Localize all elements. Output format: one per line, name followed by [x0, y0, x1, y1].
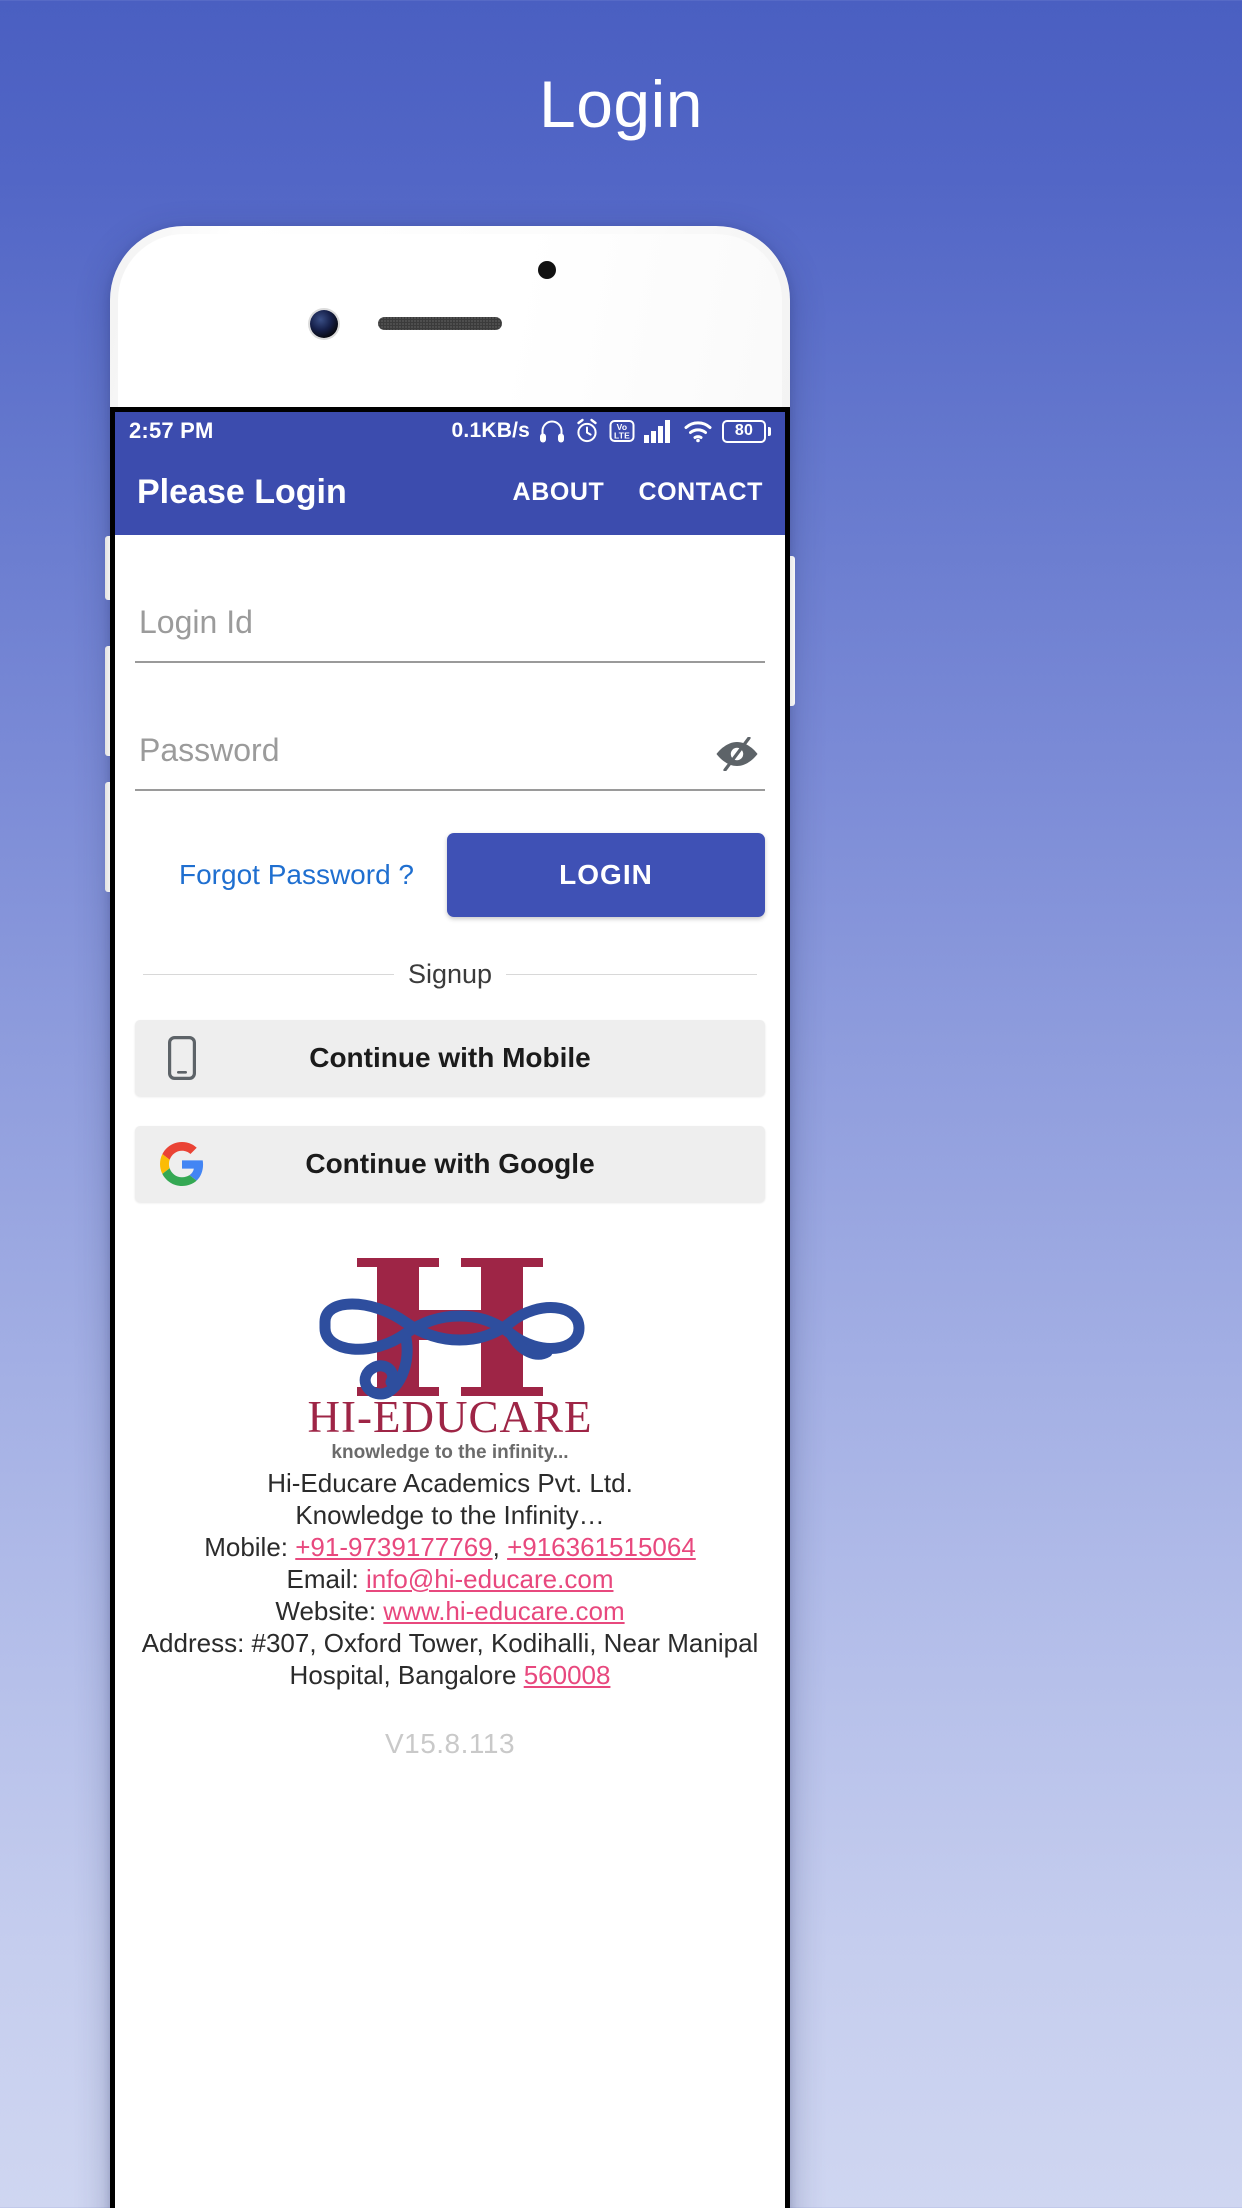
website-link[interactable]: www.hi-educare.com [383, 1596, 624, 1626]
contact-button[interactable]: CONTACT [638, 478, 763, 507]
alarm-icon [577, 418, 597, 443]
google-icon [159, 1141, 205, 1187]
proximity-sensor-icon [538, 261, 556, 279]
email-label: Email: [286, 1563, 366, 1594]
mobile-line: Mobile: +91-9739177769, +916361515064 [135, 1532, 765, 1564]
mobile-label: Mobile: [204, 1531, 296, 1562]
company-info: Hi-Educare Academics Pvt. Ltd. Knowledge… [135, 1468, 765, 1692]
login-form: Forgot Password ? LOGIN Signup C [115, 535, 785, 2208]
email-line: Email: info@hi-educare.com [135, 1564, 765, 1596]
address-text-2: Hospital, Bangalore [289, 1659, 524, 1690]
company-tagline: Knowledge to the Infinity… [295, 1499, 605, 1530]
company-name: Hi-Educare Academics Pvt. Ltd. [267, 1468, 633, 1498]
pincode-link[interactable]: 560008 [524, 1660, 611, 1690]
app-version: V15.8.113 [384, 1727, 516, 1759]
password-input[interactable] [135, 717, 765, 789]
status-bar: 2:57 PM 0.1KB/s Vo LTE 80 [115, 412, 785, 450]
website-line: Website: www.hi-educare.com [135, 1596, 765, 1628]
battery-icon: 80 [722, 419, 771, 443]
password-field[interactable] [135, 717, 765, 791]
front-camera-icon [310, 310, 338, 338]
battery-level-label: 80 [722, 419, 766, 443]
mobile-separator: , [492, 1531, 508, 1562]
brand-logo: HI-EDUCARE knowledge to the infinity... [135, 1236, 765, 1466]
divider-line-left [143, 974, 394, 975]
phone-mockup: 2:57 PM 0.1KB/s Vo LTE 80 Please Login A… [105, 226, 795, 2208]
app-bar: Please Login ABOUT CONTACT [115, 450, 785, 535]
address-label: Address: [141, 1627, 252, 1658]
login-id-input[interactable] [135, 589, 765, 661]
logo-tagline: knowledge to the infinity... [331, 1442, 568, 1463]
divider-line-right [506, 974, 758, 975]
address-line-2: Hospital, Bangalore 560008 [135, 1660, 765, 1692]
app-bar-title: Please Login [137, 473, 347, 511]
continue-with-mobile-label: Continue with Mobile [309, 1042, 591, 1073]
svg-text:LTE: LTE [614, 431, 630, 441]
mobile-link-1[interactable]: +91-9739177769 [295, 1532, 492, 1562]
website-label: Website: [275, 1595, 384, 1626]
forgot-password-link[interactable]: Forgot Password ? [135, 859, 414, 891]
logo-wordmark: HI-EDUCARE [308, 1392, 593, 1442]
form-actions-row: Forgot Password ? LOGIN [135, 833, 765, 917]
signal-icon [644, 420, 670, 443]
continue-with-mobile-button[interactable]: Continue with Mobile [135, 1020, 765, 1096]
about-button[interactable]: ABOUT [513, 478, 605, 507]
address-line-1: Address: #307, Oxford Tower, Kodihalli, … [135, 1628, 765, 1660]
mobile-link-2[interactable]: +916361515064 [507, 1532, 696, 1562]
phone-screen: 2:57 PM 0.1KB/s Vo LTE 80 Please Login A… [110, 407, 790, 2208]
status-bar-network-speed: 0.1KB/s [451, 419, 530, 442]
earpiece-speaker-icon [378, 317, 502, 330]
address-text-1: #307, Oxford Tower, Kodihalli, Near Mani… [251, 1627, 759, 1658]
mobile-phone-icon [159, 1035, 205, 1081]
wifi-icon [684, 421, 712, 443]
status-bar-time: 2:57 PM [129, 418, 214, 443]
signup-divider: Signup [135, 959, 765, 990]
battery-tip [768, 426, 771, 436]
volte-icon: Vo LTE [609, 420, 635, 442]
page-title: Login [539, 67, 703, 141]
headphones-icon [540, 420, 564, 443]
app-bar-actions: ABOUT CONTACT [513, 478, 763, 507]
login-button[interactable]: LOGIN [447, 833, 765, 917]
eye-off-icon[interactable] [713, 731, 761, 777]
signup-divider-label: Signup [407, 959, 493, 989]
email-link[interactable]: info@hi-educare.com [366, 1564, 614, 1594]
login-id-field[interactable] [135, 589, 765, 663]
continue-with-google-label: Continue with Google [305, 1148, 595, 1179]
continue-with-google-button[interactable]: Continue with Google [135, 1126, 765, 1202]
